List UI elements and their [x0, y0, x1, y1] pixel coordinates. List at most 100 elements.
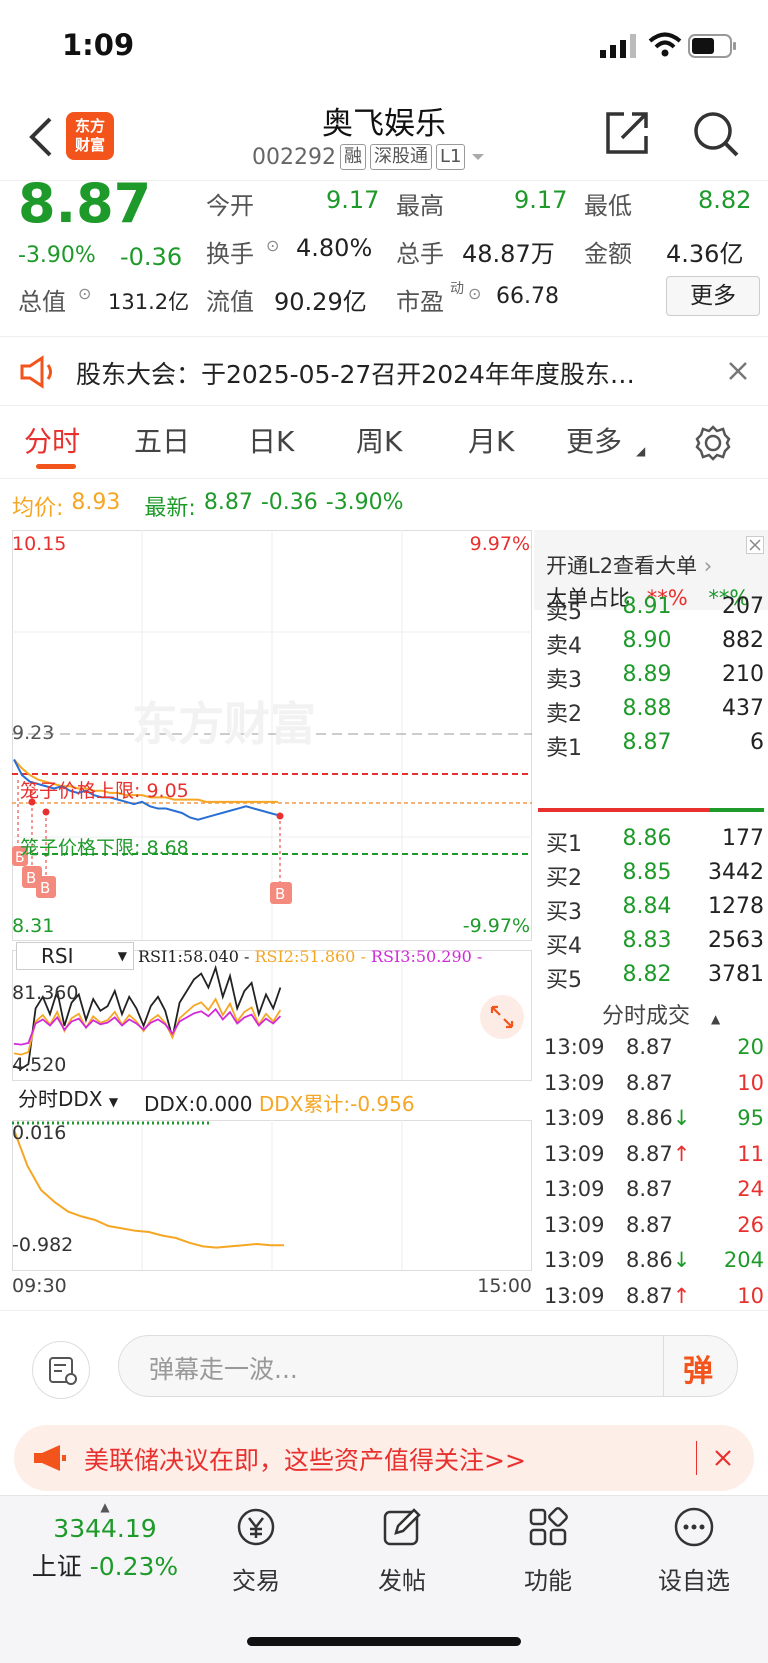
- ask-row[interactable]: 卖4 8.90 882: [546, 628, 764, 660]
- more-caret-icon: ◢: [636, 444, 646, 458]
- index-ticker[interactable]: ▲ 3344.19 上证 -0.23%: [20, 1500, 190, 1583]
- cage-upper-label: 笼子价格上限: 9.05: [20, 780, 189, 802]
- close-icon[interactable]: [728, 361, 748, 381]
- speaker-icon: [20, 355, 52, 389]
- tab-daily-k[interactable]: 日K: [248, 420, 294, 460]
- trade-volume: 10: [737, 1283, 764, 1308]
- ask-label: 卖1: [546, 736, 582, 761]
- trade-volume: 95: [737, 1106, 764, 1130]
- amount-label: 金额: [584, 240, 632, 268]
- tab-intraday[interactable]: 分时: [24, 420, 80, 460]
- ask-price: 8.91: [622, 594, 672, 619]
- latest-label: 最新:: [144, 496, 196, 521]
- tab-monthly-k[interactable]: 月K: [468, 420, 514, 460]
- trade-price-value: 8.86: [626, 1106, 673, 1130]
- tab-more[interactable]: 更多: [566, 420, 622, 460]
- tab-weekly-k[interactable]: 周K: [356, 420, 402, 460]
- notice-bar[interactable]: 股东大会：于2025-05-27召开2024年年度股东…: [0, 336, 768, 406]
- current-price: 8.87: [18, 172, 152, 235]
- open-label: 今开: [206, 192, 254, 220]
- buy-marker[interactable]: B: [36, 876, 56, 898]
- bid-row[interactable]: 买3 8.84 1278: [546, 894, 764, 926]
- danmu-button[interactable]: 弹: [683, 1346, 713, 1390]
- rsi2-value: RSI2:51.860 -: [254, 947, 366, 966]
- expand-button[interactable]: [480, 995, 524, 1039]
- bid-row[interactable]: 买2 8.85 3442: [546, 860, 764, 892]
- ask-row[interactable]: 卖3 8.89 210: [546, 662, 764, 694]
- l2-link[interactable]: 开通L2查看大单 ›: [546, 550, 712, 580]
- trade-row: 13:09 8.87 10: [544, 1071, 764, 1095]
- trades-title[interactable]: 分时成交 ▲: [602, 998, 720, 1030]
- nav-watchlist[interactable]: 设自选: [634, 1505, 754, 1596]
- info-icon[interactable]: ⊙: [78, 284, 91, 303]
- share-icon[interactable]: [604, 110, 650, 156]
- bid-label: 买1: [546, 832, 582, 857]
- settings-gear-icon[interactable]: [694, 424, 732, 462]
- trade-row: 13:09 8.87 26: [544, 1213, 764, 1237]
- ask-row[interactable]: 卖5 8.91 207: [546, 594, 764, 626]
- trade-volume: 26: [737, 1212, 764, 1237]
- ddx-selector-label: 分时DDX: [18, 1087, 103, 1111]
- trade-row: 13:09 8.86↓ 204: [544, 1248, 764, 1272]
- trade-price-value: 8.86: [626, 1248, 673, 1272]
- comment-list-button[interactable]: [32, 1341, 90, 1399]
- ad-banner[interactable]: 美联储决议在即，这些资产值得关注>>: [14, 1425, 754, 1491]
- dropdown-icon[interactable]: [469, 150, 487, 164]
- ddx-selector[interactable]: 分时DDX ▼: [14, 1085, 128, 1115]
- comment-input[interactable]: 弹幕走一波... 弹: [118, 1335, 738, 1397]
- trade-price-value: 8.87: [626, 1283, 673, 1308]
- ask-volume: 207: [722, 594, 764, 619]
- info-icon[interactable]: ⊙: [468, 284, 481, 303]
- latest-value: 8.87: [203, 490, 253, 515]
- l2-text: 开通L2查看大单: [546, 554, 698, 578]
- trade-price-value: 8.87: [626, 1177, 673, 1201]
- trade-volume: 11: [737, 1141, 764, 1166]
- trade-price-value: 8.87: [626, 1035, 673, 1059]
- trade-time: 13:09: [544, 1177, 605, 1201]
- index-value: 3344.19: [53, 1514, 157, 1543]
- trade-time: 13:09: [544, 1212, 605, 1237]
- rsi-selector[interactable]: RSI ▼: [16, 942, 134, 970]
- edit-post-icon: [383, 1508, 421, 1546]
- ddx-sum-value: DDX累计:-0.956: [258, 1092, 415, 1116]
- watermark: 东方财富: [132, 697, 316, 751]
- trade-direction: ↓: [672, 1248, 691, 1272]
- trade-volume: 24: [737, 1177, 764, 1201]
- intraday-chart[interactable]: 东方财富 B B B B 10.15 9.97% 9.23 笼子价格上限: 9.…: [12, 530, 532, 1305]
- trade-direction: ↓: [672, 1106, 691, 1130]
- nav-post[interactable]: 发帖: [342, 1505, 462, 1596]
- close-icon[interactable]: [714, 1449, 732, 1467]
- tab-five-day[interactable]: 五日: [134, 420, 190, 460]
- trade-time: 13:09: [544, 1106, 605, 1130]
- megaphone-icon: [34, 1445, 66, 1471]
- axis-max: 10.15: [12, 533, 67, 555]
- trade-time: 13:09: [544, 1248, 605, 1272]
- trade-time: 13:09: [544, 1283, 605, 1308]
- latest-pct: -3.90%: [325, 490, 404, 515]
- stock-code: 002292: [252, 144, 336, 170]
- bid-label: 买2: [546, 866, 582, 891]
- bid-row[interactable]: 买4 8.83 2563: [546, 928, 764, 960]
- stock-subtitle: 002292 融 深股通 L1: [252, 144, 487, 170]
- svg-text:B: B: [40, 879, 50, 897]
- change-pct: -3.90%: [18, 243, 96, 268]
- nav-trade[interactable]: 交易: [196, 1505, 316, 1596]
- grid-apps-icon: [529, 1507, 568, 1546]
- close-icon[interactable]: [746, 536, 764, 554]
- tag-connect: 深股通: [369, 144, 432, 170]
- more-button[interactable]: 更多: [666, 276, 760, 316]
- bid-row[interactable]: 买5 8.82 3781: [546, 962, 764, 994]
- search-icon[interactable]: [692, 110, 740, 158]
- info-icon[interactable]: ⊙: [266, 236, 279, 255]
- status-time: 1:09: [62, 28, 135, 62]
- bid-row[interactable]: 买1 8.86 177: [546, 826, 764, 858]
- buy-marker[interactable]: B: [270, 882, 292, 904]
- ask-row[interactable]: 卖1 8.87 6: [546, 730, 764, 762]
- nav-functions[interactable]: 功能: [488, 1505, 608, 1596]
- caret-up-icon: ▲: [711, 1012, 721, 1026]
- index-pct: -0.23%: [89, 1552, 179, 1581]
- ask-row[interactable]: 卖2 8.88 437: [546, 696, 764, 728]
- chart-summary: 均价: 8.93 最新: 8.87 -0.36 -3.90%: [12, 490, 404, 522]
- svg-text:B: B: [275, 885, 285, 903]
- bid-price: 8.86: [622, 826, 672, 851]
